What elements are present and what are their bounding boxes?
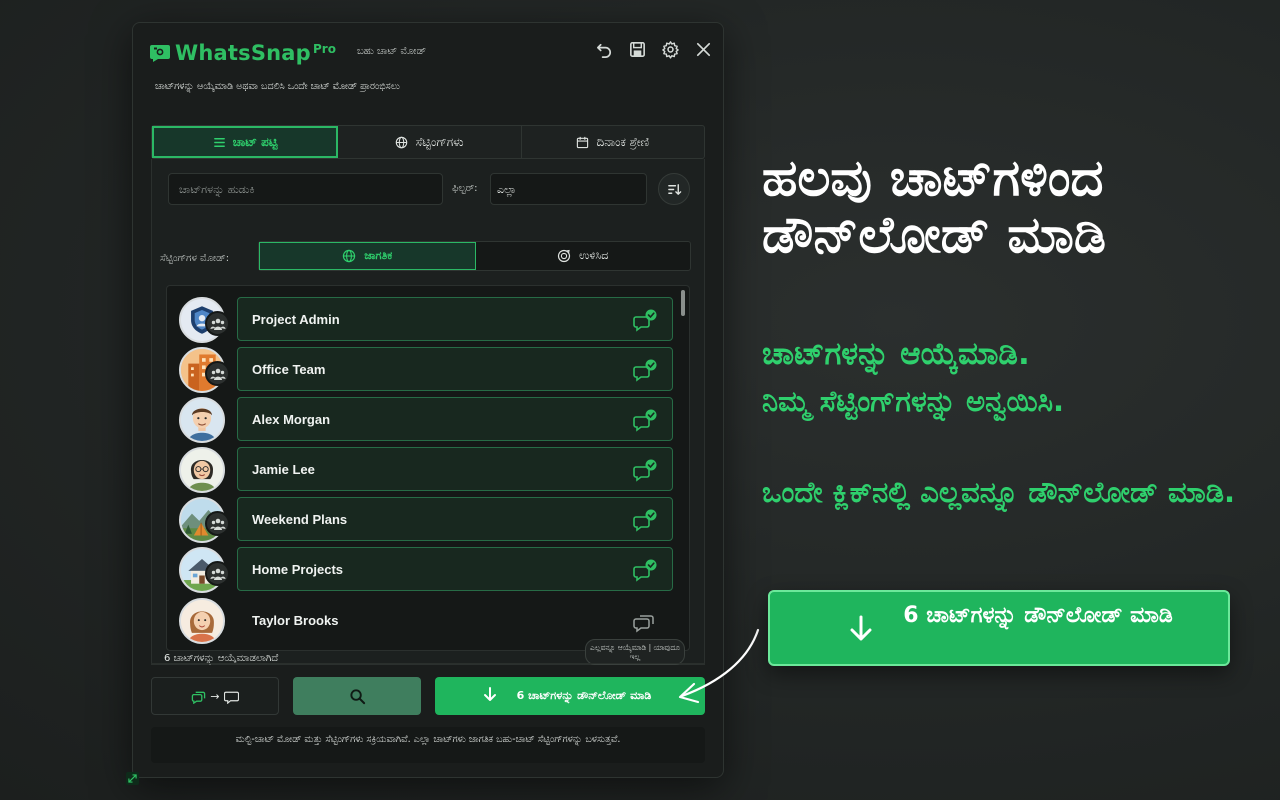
expand-icon <box>128 774 137 783</box>
list-item: Weekend Plans <box>167 494 677 544</box>
single-chat-icon <box>223 691 239 704</box>
chat-item-project-admin[interactable]: Project Admin <box>237 297 673 341</box>
chat-name: Taylor Brooks <box>252 613 339 628</box>
chat-selected-icon <box>633 409 657 432</box>
search-input[interactable] <box>168 173 443 205</box>
list-icon <box>213 137 225 147</box>
globe-icon <box>343 249 356 263</box>
globe-icon <box>396 136 408 148</box>
list-item: Taylor Brooks <box>167 595 677 645</box>
filter-select[interactable]: ಎಲ್ಲಾ <box>490 173 647 205</box>
mode-option-label: ಜಾಗತಿಕ <box>364 249 393 262</box>
group-icon <box>205 561 230 586</box>
mode-option-label: ಉಳಿಸಿದ <box>579 249 609 262</box>
arrow-right-icon: → <box>210 689 220 703</box>
mode-hint-text: ಚಾಟ್‌ಗಳನ್ನು ಆಯ್ಕೆಮಾಡಿ ಅಥವಾ ಬದಲಿಸಿ ಒಂದೇ ಚ… <box>155 81 400 92</box>
chat-name: Office Team <box>252 362 326 377</box>
camera-chat-icon <box>150 45 170 62</box>
switch-to-single-chat-button[interactable]: → <box>151 677 279 715</box>
brand-name: WhatsSnap <box>175 41 311 65</box>
woman-avatar <box>179 598 225 644</box>
chat-name: Alex Morgan <box>252 412 331 427</box>
titlebar-actions <box>595 40 713 59</box>
download-button-label: 6 ಚಾಟ್‌ಗಳನ್ನು ಡೌನ್‌ಲೋಡ್ ಮಾಡಿ <box>516 689 652 702</box>
chat-selected-icon <box>633 459 657 482</box>
list-item: Alex Morgan <box>167 394 677 444</box>
mode-saved-option[interactable]: ಉಳಿಸಿದ <box>476 242 691 270</box>
multi-chat-icon <box>192 691 206 704</box>
title-bar: WhatsSnap Pro ಬಹು ಚಾಟ್ ಮೋಡ್ <box>133 23 723 79</box>
calendar-icon <box>577 136 589 148</box>
tab-label: ದಿನಾಂಕ ಶ್ರೇಣಿ <box>596 134 650 149</box>
chat-selected-icon <box>633 309 657 332</box>
undo-icon[interactable] <box>595 40 614 59</box>
main-tabs: ಚಾಟ್ ಪಟ್ಟಿ ಸೆಟ್ಟಿಂಗ್‌ಗಳು ದಿನಾಂಕ ಶ್ರೇಣಿ <box>151 125 705 159</box>
tab-chat-list[interactable]: ಚಾಟ್ ಪಟ್ಟಿ <box>152 126 339 158</box>
promo-download-button[interactable]: 6 ಚಾಟ್‌ಗಳನ್ನು ಡೌನ್‌ಲೋಡ್ ಮಾಡಿ <box>768 590 1230 666</box>
chat-name: Jamie Lee <box>252 462 315 477</box>
promo-line-select: ಚಾಟ್‌ಗಳನ್ನು ಆಯ್ಕೆಮಾಡಿ. <box>762 336 1030 372</box>
list-item: Project Admin <box>167 294 677 344</box>
chat-name: Weekend Plans <box>252 512 348 527</box>
tab-date-range[interactable]: ದಿನಾಂಕ ಶ್ರೇಣಿ <box>522 126 704 158</box>
sort-button[interactable] <box>658 173 690 205</box>
tab-label: ಚಾಟ್ ಪಟ್ಟಿ <box>232 134 278 149</box>
list-item: Home Projects <box>167 544 677 594</box>
list-item: Office Team <box>167 344 677 394</box>
list-item: Jamie Lee <box>167 444 677 494</box>
promo-line-download: ಒಂದೇ ಕ್ಲಿಕ್‌ನಲ್ಲಿ ಎಲ್ಲವನ್ನೂ ಡೌನ್‌ಲೋಡ್ ಮಾ… <box>762 475 1236 509</box>
app-window: WhatsSnap Pro ಬಹು ಚಾಟ್ ಮೋಡ್ ಚಾಟ್‌ಗಳನ್ನು … <box>132 22 724 778</box>
status-message: ಮಲ್ಟಿ-ಚಾಟ್ ಮೋಡ್ ಮತ್ತು ಸೆಟ್ಟಿಂಗ್‌ಗಳು ಸಕ್ರ… <box>151 727 705 763</box>
group-icon <box>205 511 230 536</box>
chat-name: Home Projects <box>252 562 344 577</box>
chat-item-alex-morgan[interactable]: Alex Morgan <box>237 397 673 441</box>
filter-label: ಫಿಲ್ಟರ್: <box>452 183 478 194</box>
settings-mode-toggle: ಜಾಗತಿಕ ಉಳಿಸಿದ <box>258 241 691 271</box>
chat-item-taylor-brooks[interactable]: Taylor Brooks <box>237 598 673 642</box>
man-avatar <box>179 397 225 443</box>
divider <box>151 663 705 664</box>
save-icon[interactable] <box>628 40 647 59</box>
woman-glasses-avatar <box>179 447 225 493</box>
promo-line-settings: ನಿಮ್ಮ ಸೆಟ್ಟಿಂಗ್‌ಗಳನ್ನು ಅನ್ವಯಿಸಿ. <box>762 384 1065 418</box>
saved-icon <box>558 249 571 263</box>
close-icon[interactable] <box>694 40 713 59</box>
chat-item-office-team[interactable]: Office Team <box>237 347 673 391</box>
chat-selected-icon <box>633 509 657 532</box>
mode-global-option[interactable]: ಜಾಗತಿಕ <box>259 242 476 270</box>
pointer-arrow-icon <box>678 628 760 704</box>
chat-list-panel: ಫಿಲ್ಟರ್: ಎಲ್ಲಾ ಸೆಟ್ಟಿಂಗ್‌ಗಳ ಮೋಡ್: ಜಾಗತಿಕ… <box>151 159 705 665</box>
promo-download-label: 6 ಚಾಟ್‌ಗಳನ್ನು ಡೌನ್‌ಲೋಡ್ ಮಾಡಿ <box>903 603 1173 628</box>
group-icon <box>205 361 230 386</box>
pro-badge: Pro <box>313 42 336 56</box>
chat-item-home-projects[interactable]: Home Projects <box>237 547 673 591</box>
gear-icon[interactable] <box>661 40 680 59</box>
tab-settings[interactable]: ಸೆಟ್ಟಿಂಗ್‌ಗಳು <box>338 126 522 158</box>
preview-search-button[interactable] <box>293 677 421 715</box>
sort-icon <box>667 183 681 195</box>
download-arrow-icon <box>484 687 496 701</box>
settings-mode-label: ಸೆಟ್ಟಿಂಗ್‌ಗಳ ಮೋಡ್: <box>160 253 230 264</box>
mode-title: ಬಹು ಚಾಟ್ ಮೋಡ್ <box>357 46 427 57</box>
group-icon <box>205 311 230 336</box>
promo-headline: ಹಲವು ಚಾಟ್‌ಗಳಿಂದ ಡೌನ್‌ಲೋಡ್ ಮಾಡಿ <box>762 149 1107 265</box>
tab-label: ಸೆಟ್ಟಿಂಗ್‌ಗಳು <box>415 134 464 149</box>
download-arrow-icon <box>850 615 872 641</box>
chat-selected-icon <box>633 359 657 382</box>
chat-item-weekend-plans[interactable]: Weekend Plans <box>237 497 673 541</box>
list-scrollbar[interactable] <box>681 290 685 316</box>
chat-list: Project Admin Office Team Alex Morgan Ja… <box>166 285 690 651</box>
chat-selected-icon <box>633 559 657 582</box>
app-logo: WhatsSnap <box>149 41 311 65</box>
resize-handle[interactable] <box>126 772 139 785</box>
chat-name: Project Admin <box>252 312 340 327</box>
chat-item-jamie-lee[interactable]: Jamie Lee <box>237 447 673 491</box>
magnifier-icon <box>349 688 365 704</box>
